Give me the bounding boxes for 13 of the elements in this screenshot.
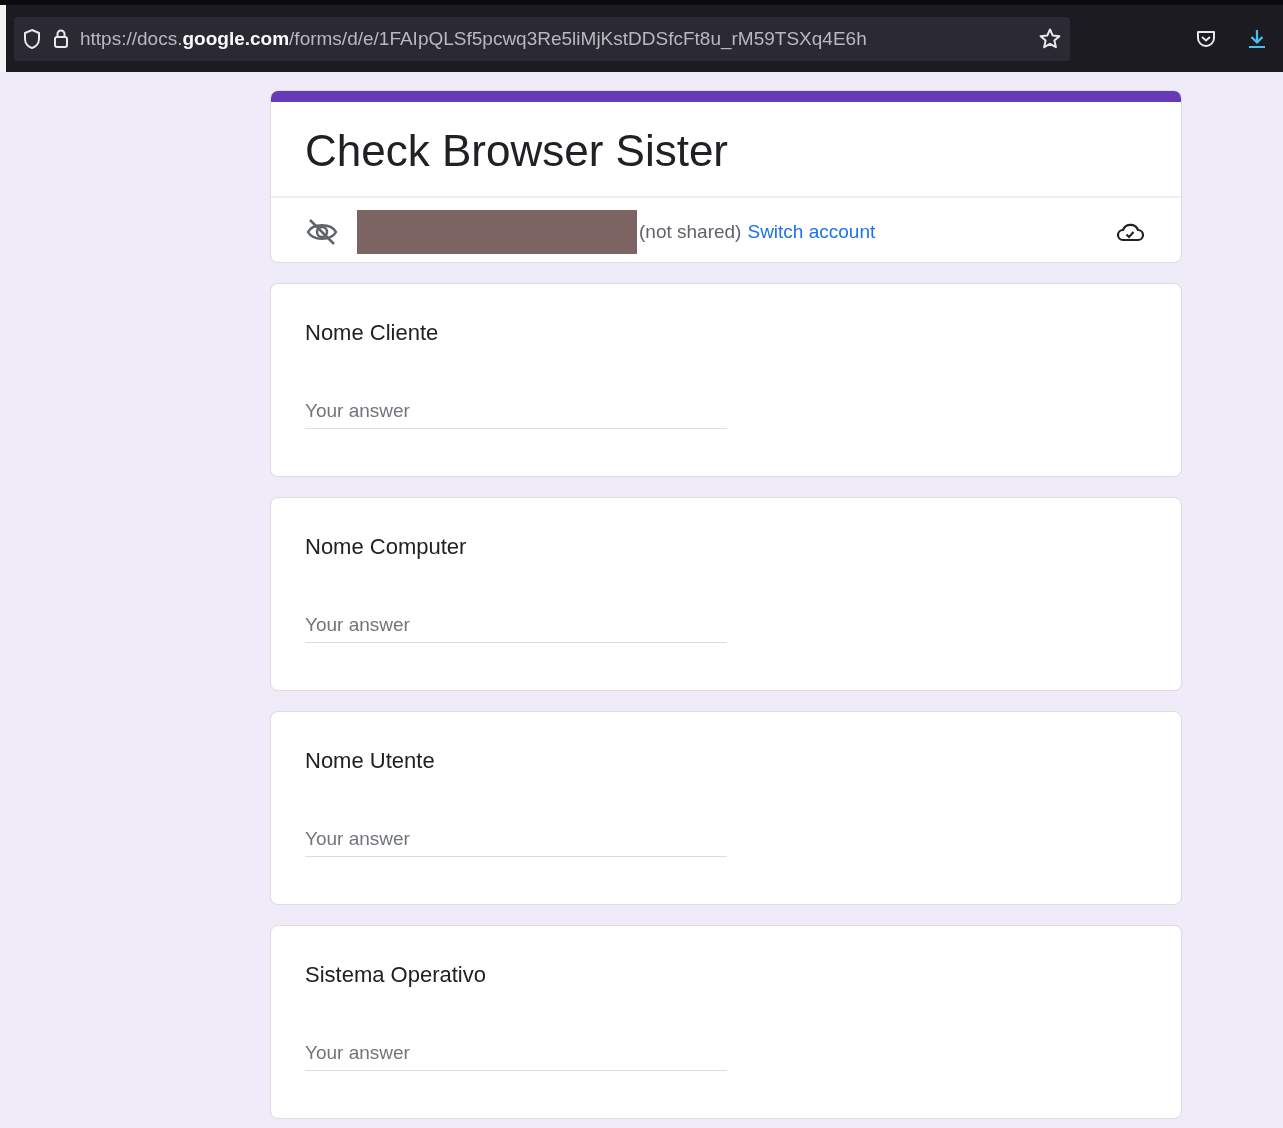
eye-slash-icon	[305, 217, 339, 247]
url-text: https://docs.google.com/forms/d/e/1FAIpQLSf5pcwq3Re5liMjKstDDSfcFt8u_rM59TSXq4E6h	[80, 27, 868, 50]
lock-icon	[52, 27, 70, 50]
form-title: Check Browser Sister	[271, 102, 1181, 198]
account-status: (not shared)	[639, 221, 742, 243]
question-label: Nome Utente	[305, 748, 436, 774]
shield-icon	[22, 27, 42, 50]
star-icon[interactable]	[1038, 26, 1062, 51]
switch-account-link[interactable]: Switch account	[747, 221, 876, 243]
address-bar[interactable]: https://docs.google.com/forms/d/e/1FAIpQLSf5pcwq3Re5liMjKstDDSfcFt8u_rM59TSXq4E6h	[14, 16, 1070, 61]
question-label: Sistema Operativo	[305, 962, 487, 988]
question-label: Nome Computer	[305, 534, 468, 560]
question-label: Nome Cliente	[305, 320, 440, 346]
